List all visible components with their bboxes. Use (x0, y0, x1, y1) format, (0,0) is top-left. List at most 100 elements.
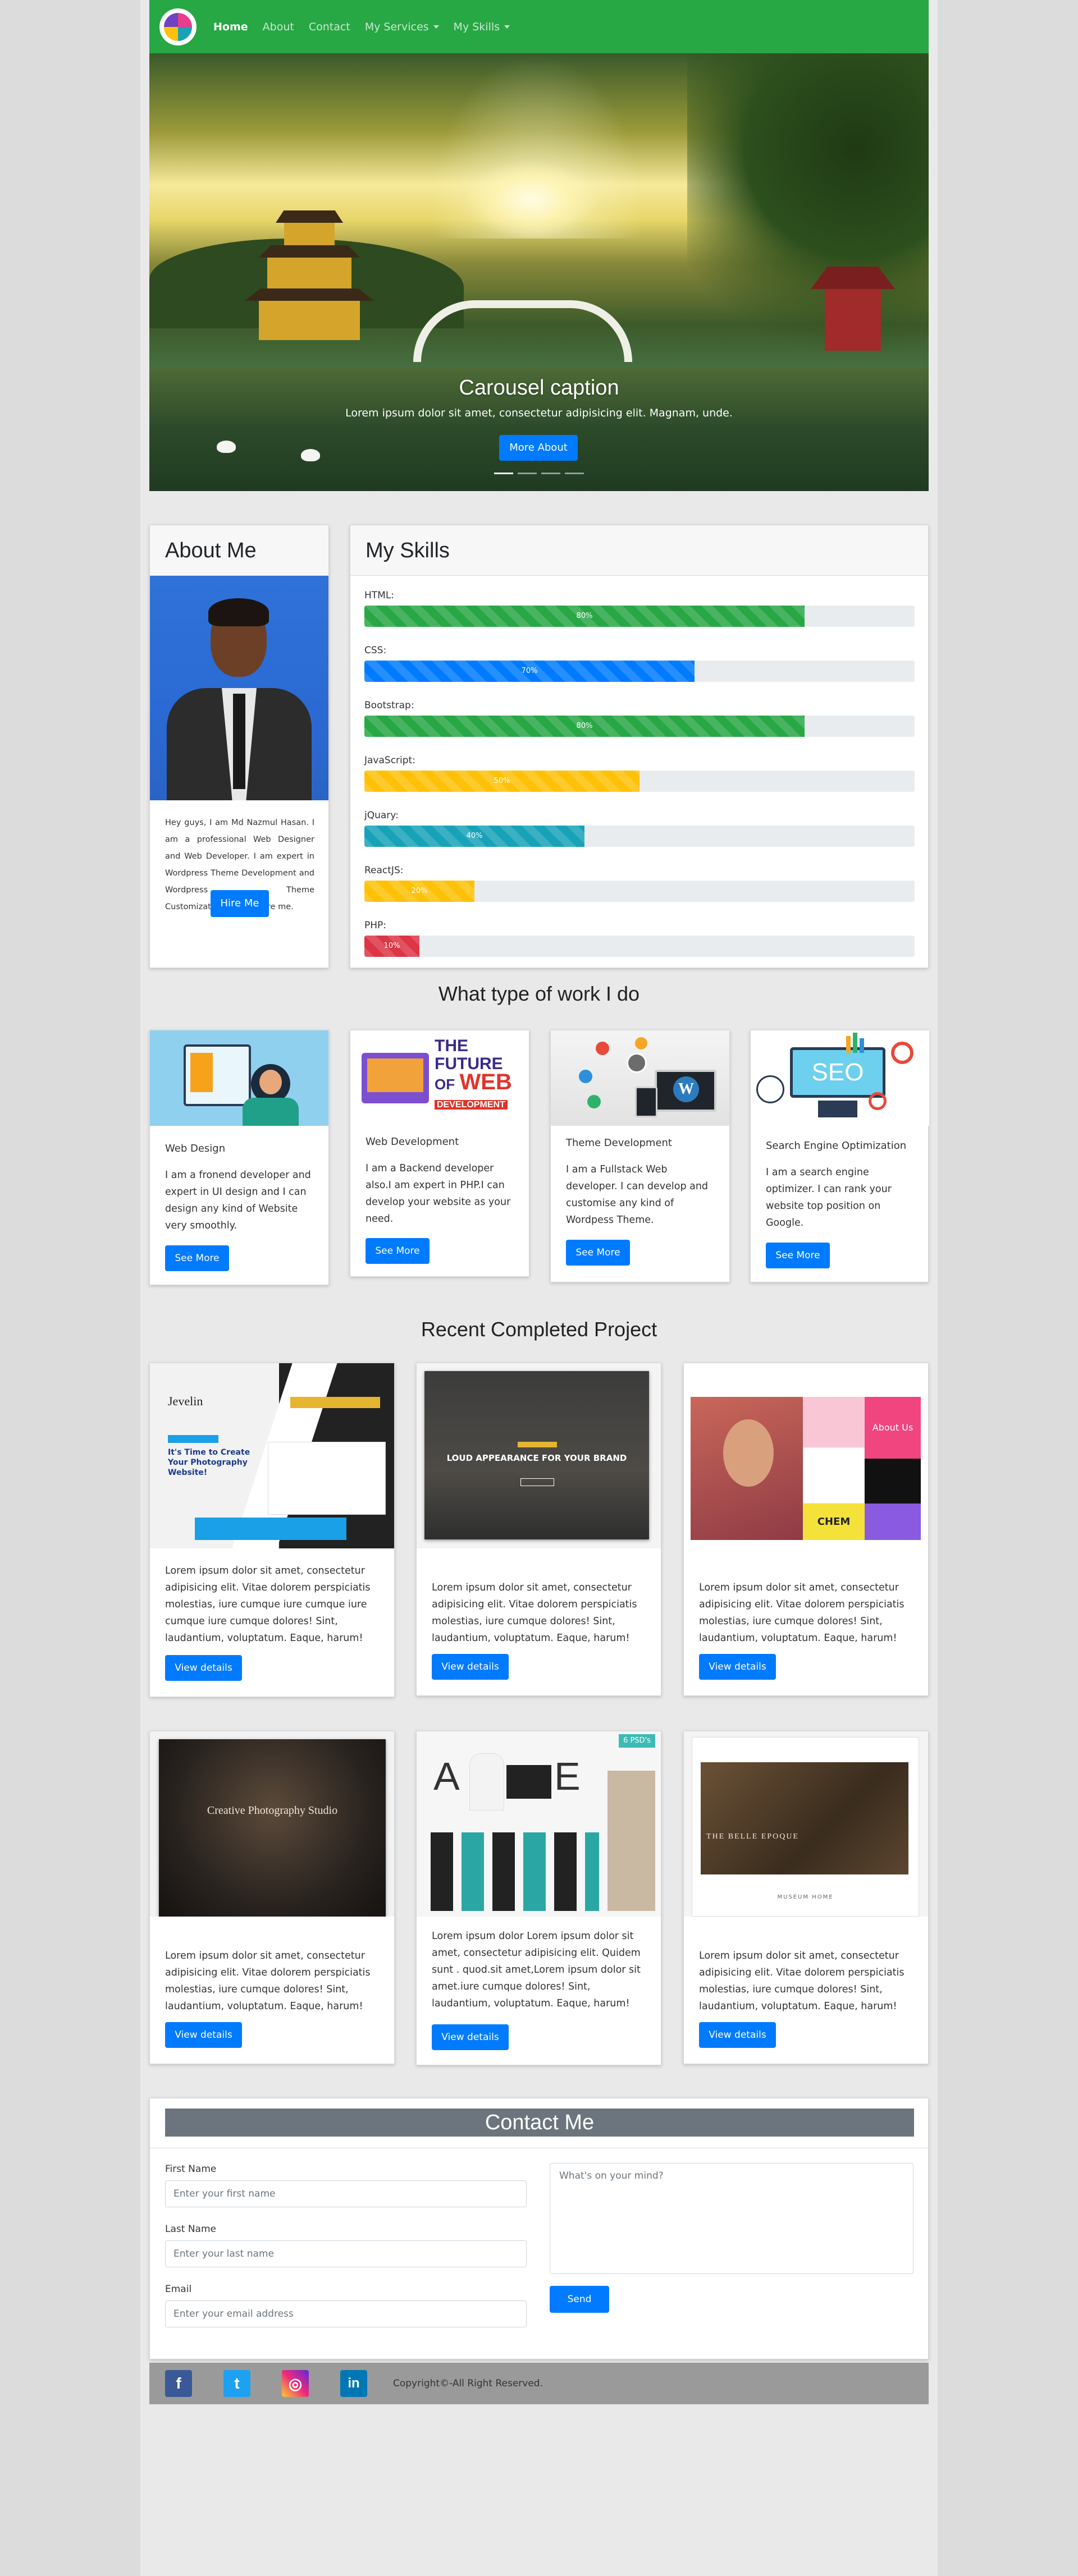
see-more-button[interactable]: See More (566, 1240, 630, 1266)
nav-my-skills[interactable]: My Skills (454, 21, 510, 33)
send-button[interactable]: Send (550, 2286, 609, 2313)
project-text: Lorem ipsum dolor sit amet, consectetur … (432, 1582, 637, 1644)
last-name-input[interactable]: Enter your last name (165, 2240, 527, 2267)
carousel-indicator-3[interactable] (541, 473, 560, 474)
project-card-2: LOUD APPEARANCE FOR YOUR BRAND Lorem ips… (416, 1363, 661, 1696)
nav-my-services[interactable]: My Services (365, 21, 439, 33)
progress-bar: 40% (364, 826, 584, 847)
skill-row: Bootstrap: 80% (364, 700, 915, 737)
golden-pagoda (245, 210, 374, 345)
view-details-button[interactable]: View details (165, 1655, 242, 1681)
loud-headline: LOUD APPEARANCE FOR YOUR BRAND (446, 1453, 627, 1463)
project-image-jevelin: Jevelin It's Time to Create Your Photogr… (150, 1363, 394, 1548)
progress-bar: 70% (364, 661, 695, 682)
progress-track: 50% (364, 771, 915, 792)
seo-screen-text: SEO (790, 1047, 885, 1098)
skill-row: CSS: 70% (364, 645, 915, 682)
hero-carousel[interactable]: Carousel caption Lorem ipsum dolor sit a… (149, 53, 929, 491)
chevron-down-icon (504, 25, 510, 29)
progress-track: 40% (364, 826, 915, 847)
see-more-button[interactable]: See More (366, 1238, 430, 1264)
email-input[interactable]: Enter your email address (165, 2300, 527, 2327)
skill-label: jQuary: (364, 810, 399, 821)
service-card-web-design: Web Design I am a fronend developer and … (149, 1030, 329, 1285)
skill-row: ReactJS: 20% (364, 865, 915, 902)
service-card-web-development: THE FUTURE OF WEB DEVELOPMENT Web Develo… (350, 1030, 529, 1277)
image-text-of: OF (435, 1076, 455, 1093)
message-textarea[interactable]: What's on your mind? (550, 2163, 913, 2274)
web-development-image: THE FUTURE OF WEB DEVELOPMENT (350, 1030, 529, 1126)
service-text: I am a fronend developer and expert in U… (165, 1170, 311, 1231)
skill-label: JavaScript: (364, 755, 415, 766)
last-name-label: Last Name (165, 2224, 216, 2235)
project-text: Lorem ipsum dolor sit amet, consectetur … (699, 1582, 905, 1644)
email-label: Email (165, 2284, 192, 2295)
projects-heading: Recent Completed Project (421, 1318, 657, 1341)
progress-bar: 20% (364, 881, 474, 902)
skills-title: My Skills (350, 525, 928, 576)
skill-row: jQuary: 40% (364, 810, 915, 847)
brand-logo[interactable] (159, 8, 197, 45)
project-text: Lorem ipsum dolor sit amet, consectetur … (165, 1565, 371, 1644)
view-details-button[interactable]: View details (699, 1654, 776, 1680)
twitter-icon[interactable]: t (223, 2370, 250, 2397)
skill-label: ReactJS: (364, 865, 404, 876)
swan (217, 441, 236, 453)
project-text: Lorem ipsum dolor sit amet, consectetur … (699, 1950, 905, 2012)
museum-footer-text: MUSEUM HOME (777, 1894, 834, 1900)
about-us-tile: About Us (865, 1397, 921, 1459)
hire-me-button[interactable]: Hire Me (211, 890, 269, 917)
skill-label: PHP: (364, 920, 387, 931)
nav-contact[interactable]: Contact (309, 21, 350, 33)
service-title: Web Development (366, 1136, 459, 1148)
navbar: Home About Contact My Services My Skills (149, 0, 929, 53)
project-image-about-us: About Us CHEM (684, 1363, 928, 1548)
skill-label: HTML: (364, 590, 395, 601)
arched-bridge (413, 300, 632, 362)
contact-card: Contact Me First Name Enter your first n… (149, 2098, 929, 2359)
about-card: About Me Hey guys, I am Md Nazmul Hasan.… (149, 525, 329, 968)
view-details-button[interactable]: View details (432, 1654, 509, 1680)
more-about-button[interactable]: More About (499, 435, 578, 461)
about-title: About Me (150, 525, 328, 576)
view-details-button[interactable]: View details (165, 2022, 242, 2048)
carousel-indicator-2[interactable] (518, 473, 537, 474)
nav-my-skills-label: My Skills (453, 20, 500, 33)
progress-bar: 10% (364, 936, 419, 957)
progress-track: 80% (364, 716, 915, 737)
red-pavilion (811, 267, 895, 351)
skill-label: CSS: (364, 645, 387, 656)
view-details-button[interactable]: View details (699, 2022, 776, 2048)
project-text: Lorem ipsum dolor sit amet, consectetur … (165, 1950, 371, 2012)
see-more-button[interactable]: See More (766, 1243, 830, 1268)
see-more-button[interactable]: See More (165, 1245, 229, 1271)
carousel-indicator-1[interactable] (494, 473, 513, 474)
copyright-text: Copyright©-All Right Reserved. (393, 2378, 543, 2389)
nav-my-services-label: My Services (364, 20, 429, 33)
project-card-3: About Us CHEM Lorem ipsum dolor sit amet… (683, 1363, 929, 1696)
image-text-the: THE (435, 1037, 468, 1055)
service-title: Search Engine Optimization (766, 1140, 907, 1152)
progress-track: 70% (364, 661, 915, 682)
project-card-4: Creative Photography Studio Lorem ipsum … (149, 1731, 395, 2064)
photography-headline: Creative Photography Studio (207, 1804, 338, 1817)
profile-photo (150, 576, 328, 800)
service-text: I am a Backend developer also.I am exper… (366, 1163, 511, 1225)
linkedin-icon[interactable]: in (340, 2370, 367, 2397)
instagram-icon[interactable]: ◎ (282, 2370, 309, 2397)
project-image-photography: Creative Photography Studio (150, 1731, 394, 1917)
progress-track: 20% (364, 881, 915, 902)
chevron-down-icon (433, 25, 439, 29)
view-details-button[interactable]: View details (432, 2024, 509, 2050)
project-card-6: THE BELLE EPOQUE MUSEUM HOME Lorem ipsum… (683, 1731, 929, 2064)
contact-title: Contact Me (165, 2109, 914, 2137)
fashion-letter-e: E (554, 1754, 581, 1798)
project-image-museum: THE BELLE EPOQUE MUSEUM HOME (684, 1731, 928, 1917)
progress-bar: 80% (364, 606, 805, 627)
first-name-input[interactable]: Enter your first name (165, 2180, 527, 2207)
nav-about[interactable]: About (263, 21, 294, 33)
facebook-icon[interactable]: f (165, 2370, 192, 2397)
project-card-1: Jevelin It's Time to Create Your Photogr… (149, 1363, 395, 1697)
nav-home[interactable]: Home (213, 21, 248, 33)
carousel-indicator-4[interactable] (565, 473, 584, 474)
